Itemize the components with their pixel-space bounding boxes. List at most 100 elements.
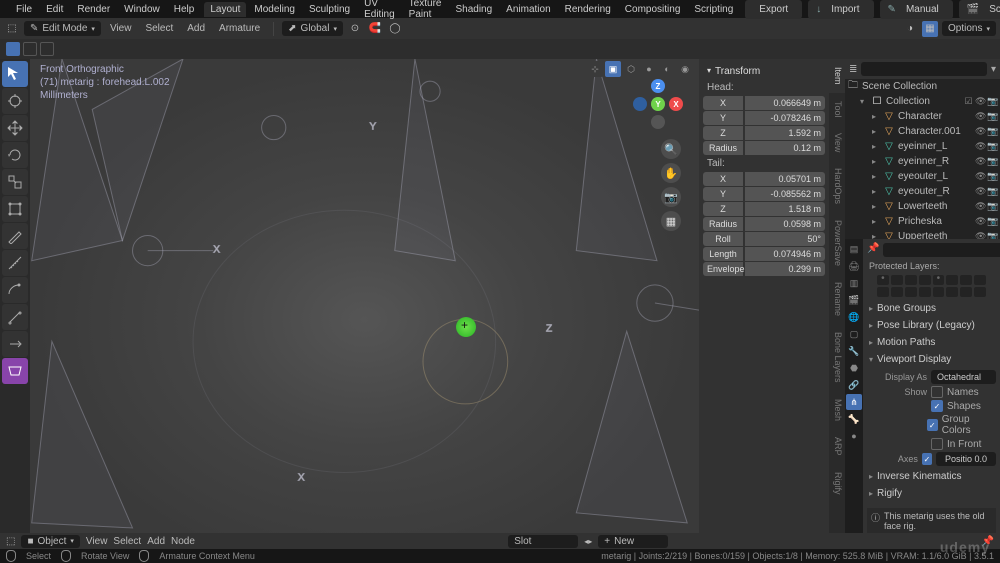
shading-rendered-icon[interactable]: ◉ bbox=[677, 61, 693, 77]
workspace-tab[interactable]: Sculpting bbox=[303, 2, 356, 17]
panel-bone-groups[interactable]: ▸Bone Groups bbox=[867, 300, 996, 317]
workspace-tab[interactable]: Modeling bbox=[248, 2, 301, 17]
npanel-transform-header[interactable]: ▾Transform bbox=[703, 63, 825, 80]
shading-wireframe-icon[interactable]: ⬡ bbox=[623, 61, 639, 77]
snap-icon[interactable]: 🧲 bbox=[367, 21, 383, 37]
workspace-tab[interactable]: Texture Paint bbox=[403, 0, 448, 22]
head-radius-value[interactable]: 0.12 m bbox=[745, 141, 825, 155]
select-mode-vertex-icon[interactable] bbox=[6, 42, 20, 56]
tool-bone-size[interactable] bbox=[2, 304, 28, 330]
select-mode-edge-icon[interactable] bbox=[23, 42, 37, 56]
properties-search-input[interactable] bbox=[883, 243, 1000, 257]
outliner-scene-collection[interactable]: 🗀 Scene Collection bbox=[845, 79, 1000, 94]
header-armature[interactable]: Armature bbox=[214, 21, 265, 36]
panel-viewport-display[interactable]: ▾Viewport Display bbox=[867, 351, 996, 368]
outliner-item[interactable]: ▸▽eyeouter_R👁📷 bbox=[845, 184, 1000, 199]
header-select[interactable]: Select bbox=[140, 21, 178, 36]
scene-selector[interactable]: 🎬 Scene bbox=[959, 0, 1000, 19]
shading-matprev-icon[interactable]: ◐ bbox=[659, 61, 675, 77]
outliner-type-icon[interactable]: ≣ bbox=[849, 64, 857, 75]
workspace-tab[interactable]: Animation bbox=[500, 2, 556, 17]
outliner-search-input[interactable] bbox=[861, 62, 987, 76]
timeline-node[interactable]: Node bbox=[171, 536, 195, 547]
gizmo-z-axis[interactable]: Z bbox=[651, 79, 665, 93]
display-as-dropdown[interactable]: Octahedral bbox=[931, 370, 996, 384]
npanel-tab-hardops[interactable]: HardOps bbox=[829, 160, 845, 212]
shading-solid-icon[interactable]: ● bbox=[641, 61, 657, 77]
pan-icon[interactable]: ✋ bbox=[661, 163, 681, 183]
tool-select-box[interactable] bbox=[2, 61, 28, 87]
prop-tab-scene[interactable]: 🎬 bbox=[846, 292, 862, 308]
proportional-icon[interactable]: ◯ bbox=[387, 21, 403, 37]
tail-x-value[interactable]: 0.05701 m bbox=[745, 172, 825, 186]
import-button[interactable]: ↓ Import bbox=[808, 0, 873, 19]
select-mode-face-icon[interactable] bbox=[40, 42, 54, 56]
menu-help[interactable]: Help bbox=[168, 2, 201, 17]
navigation-gizmo[interactable]: Z X Y bbox=[633, 79, 683, 129]
tool-roll[interactable] bbox=[2, 277, 28, 303]
panel-inverse-kinematics[interactable]: ▸Inverse Kinematics bbox=[867, 468, 996, 485]
overlays-toggle-icon[interactable]: ▣ bbox=[605, 61, 621, 77]
timeline-view[interactable]: View bbox=[86, 536, 108, 547]
header-view[interactable]: View bbox=[105, 21, 137, 36]
export-button[interactable]: Export bbox=[745, 0, 802, 19]
options-dropdown[interactable]: Options ▾ bbox=[942, 21, 996, 36]
gizmo-x-axis[interactable]: X bbox=[669, 97, 683, 111]
npanel-tab-bonelayers[interactable]: Bone Layers bbox=[829, 324, 845, 391]
prop-tab-physics[interactable]: ⬣ bbox=[846, 360, 862, 376]
xray-toggle-icon[interactable]: ▦ bbox=[922, 21, 938, 37]
prop-tab-world[interactable]: 🌐 bbox=[846, 309, 862, 325]
mode-dropdown[interactable]: ✎ Edit Mode ▾ bbox=[24, 21, 101, 36]
menu-render[interactable]: Render bbox=[71, 2, 116, 17]
shapes-checkbox[interactable]: ✓ bbox=[931, 400, 943, 412]
workspace-tab[interactable]: Scripting bbox=[688, 2, 739, 17]
outliner-item[interactable]: ▸▽eyeinner_R👁📷 bbox=[845, 154, 1000, 169]
prop-tab-material[interactable]: ● bbox=[846, 428, 862, 444]
slot-chevron-icon[interactable]: ◂▸ bbox=[584, 537, 592, 546]
timeline-add[interactable]: Add bbox=[147, 536, 165, 547]
filter-icon[interactable]: ▾ bbox=[991, 64, 996, 75]
orientation-dropdown[interactable]: ⬈ Global ▾ bbox=[282, 21, 343, 36]
workspace-tab[interactable]: UV Editing bbox=[358, 0, 401, 22]
head-y-value[interactable]: -0.078246 m bbox=[745, 111, 825, 125]
outliner-item[interactable]: ▸▽eyeinner_L👁📷 bbox=[845, 139, 1000, 154]
axes-checkbox[interactable]: ✓ bbox=[922, 453, 932, 465]
panel-pose-library[interactable]: ▸Pose Library (Legacy) bbox=[867, 317, 996, 334]
tool-rotate[interactable] bbox=[2, 142, 28, 168]
tool-scale[interactable] bbox=[2, 169, 28, 195]
prop-tab-modifier[interactable]: 🔧 bbox=[846, 343, 862, 359]
tail-z-value[interactable]: 1.518 m bbox=[745, 202, 825, 216]
tool-shear[interactable] bbox=[2, 358, 28, 384]
slot-dropdown[interactable]: Slot bbox=[508, 535, 578, 548]
menu-edit[interactable]: Edit bbox=[40, 2, 69, 17]
workspace-tab[interactable]: Rendering bbox=[559, 2, 617, 17]
workspace-tab[interactable]: Compositing bbox=[619, 2, 687, 17]
prop-tab-object[interactable]: ▢ bbox=[846, 326, 862, 342]
tool-transform[interactable] bbox=[2, 196, 28, 222]
header-add[interactable]: Add bbox=[182, 21, 210, 36]
tool-annotate[interactable] bbox=[2, 223, 28, 249]
prop-tab-output[interactable]: 🖨 bbox=[846, 258, 862, 274]
editor-type-icon[interactable]: ⬚ bbox=[6, 536, 15, 547]
tool-extrude[interactable] bbox=[2, 331, 28, 357]
tail-y-value[interactable]: -0.085562 m bbox=[745, 187, 825, 201]
outliner-item[interactable]: ▸▽Upperteeth👁📷 bbox=[845, 229, 1000, 239]
npanel-tab-arp[interactable]: ARP bbox=[829, 429, 845, 464]
npanel-tab-mesh[interactable]: Mesh bbox=[829, 391, 845, 429]
prop-tab-armature[interactable]: ⋔ bbox=[846, 394, 862, 410]
npanel-tab-item[interactable]: Item bbox=[829, 59, 845, 93]
eye-icon[interactable]: 👁 bbox=[975, 96, 986, 107]
render-icon[interactable]: 📷 bbox=[987, 96, 998, 107]
panel-rigify[interactable]: ▸Rigify bbox=[867, 485, 996, 502]
prop-tab-constraint[interactable]: 🔗 bbox=[846, 377, 862, 393]
menu-window[interactable]: Window bbox=[118, 2, 166, 17]
length-value[interactable]: 0.074946 m bbox=[745, 247, 825, 261]
outliner-item[interactable]: ▸▽Lowerteeth👁📷 bbox=[845, 199, 1000, 214]
outliner-item[interactable]: ▸▽Character👁📷 bbox=[845, 109, 1000, 124]
npanel-tab-tool[interactable]: Tool bbox=[829, 93, 845, 126]
outliner-item[interactable]: ▸▽Pricheska👁📷 bbox=[845, 214, 1000, 229]
envelope-value[interactable]: 0.299 m bbox=[745, 262, 825, 276]
object-mode-dropdown[interactable]: ■ Object ▾ bbox=[21, 535, 79, 548]
perspective-icon[interactable]: ▦ bbox=[661, 211, 681, 231]
menu-file[interactable]: File bbox=[10, 2, 38, 17]
